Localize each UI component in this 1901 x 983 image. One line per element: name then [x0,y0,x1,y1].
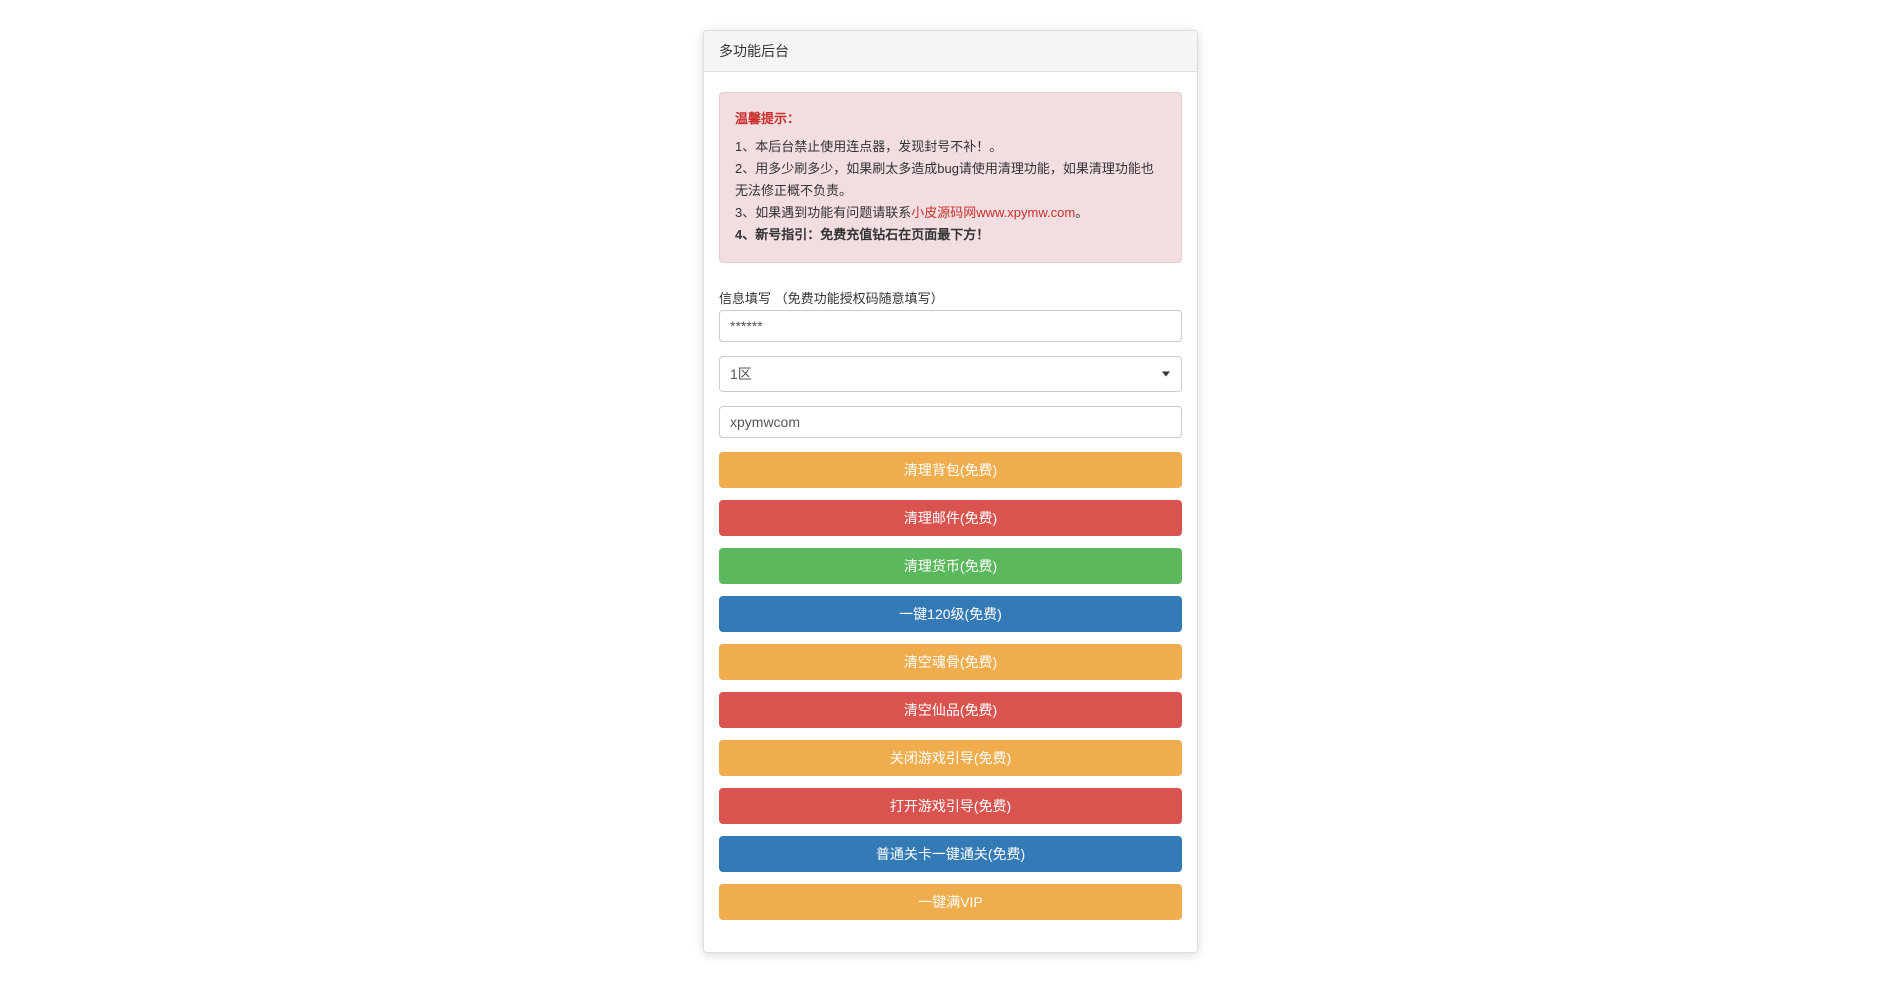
auth-code-input[interactable] [719,310,1182,342]
main-panel: 多功能后台 温馨提示： 1、本后台禁止使用连点器，发现封号不补！。 2、用多少刷… [703,30,1198,953]
alert-line-3-suffix: 。 [1075,205,1088,220]
zone-select-wrapper[interactable]: 1区 [719,356,1182,392]
clear-currency-button[interactable]: 清理货币(免费) [719,548,1182,584]
alert-line-2: 2、用多少刷多少，如果刷太多造成bug请使用清理功能，如果清理功能也无法修正概不… [735,158,1166,202]
alert-line-3: 3、如果遇到功能有问题请联系小皮源码网www.xpymw.com。 [735,202,1166,224]
clear-stages-button[interactable]: 普通关卡一键通关(免费) [719,836,1182,872]
username-input[interactable] [719,406,1182,438]
alert-box: 温馨提示： 1、本后台禁止使用连点器，发现封号不补！。 2、用多少刷多少，如果刷… [719,92,1182,263]
max-vip-button[interactable]: 一键满VIP [719,884,1182,920]
form-label: 信息填写 （免费功能授权码随意填写） [719,288,1182,307]
zone-select[interactable]: 1区 [719,356,1182,392]
alert-title: 温馨提示： [735,108,1166,130]
alert-line-3-prefix: 3、如果遇到功能有问题请联系 [735,205,911,220]
panel-title: 多功能后台 [719,43,789,59]
clear-bag-button[interactable]: 清理背包(免费) [719,452,1182,488]
clear-mail-button[interactable]: 清理邮件(免费) [719,500,1182,536]
panel-body: 温馨提示： 1、本后台禁止使用连点器，发现封号不补！。 2、用多少刷多少，如果刷… [704,72,1197,952]
close-guide-button[interactable]: 关闭游戏引导(免费) [719,740,1182,776]
level-120-button[interactable]: 一键120级(免费) [719,596,1182,632]
clear-xianpin-button[interactable]: 清空仙品(免费) [719,692,1182,728]
alert-line-1: 1、本后台禁止使用连点器，发现封号不补！。 [735,136,1166,158]
panel-header: 多功能后台 [704,31,1197,72]
open-guide-button[interactable]: 打开游戏引导(免费) [719,788,1182,824]
alert-line-4: 4、新号指引：免费充值钻石在页面最下方！ [735,224,1166,246]
clear-soulbone-button[interactable]: 清空魂骨(免费) [719,644,1182,680]
alert-link[interactable]: 小皮源码网www.xpymw.com [911,205,1075,220]
